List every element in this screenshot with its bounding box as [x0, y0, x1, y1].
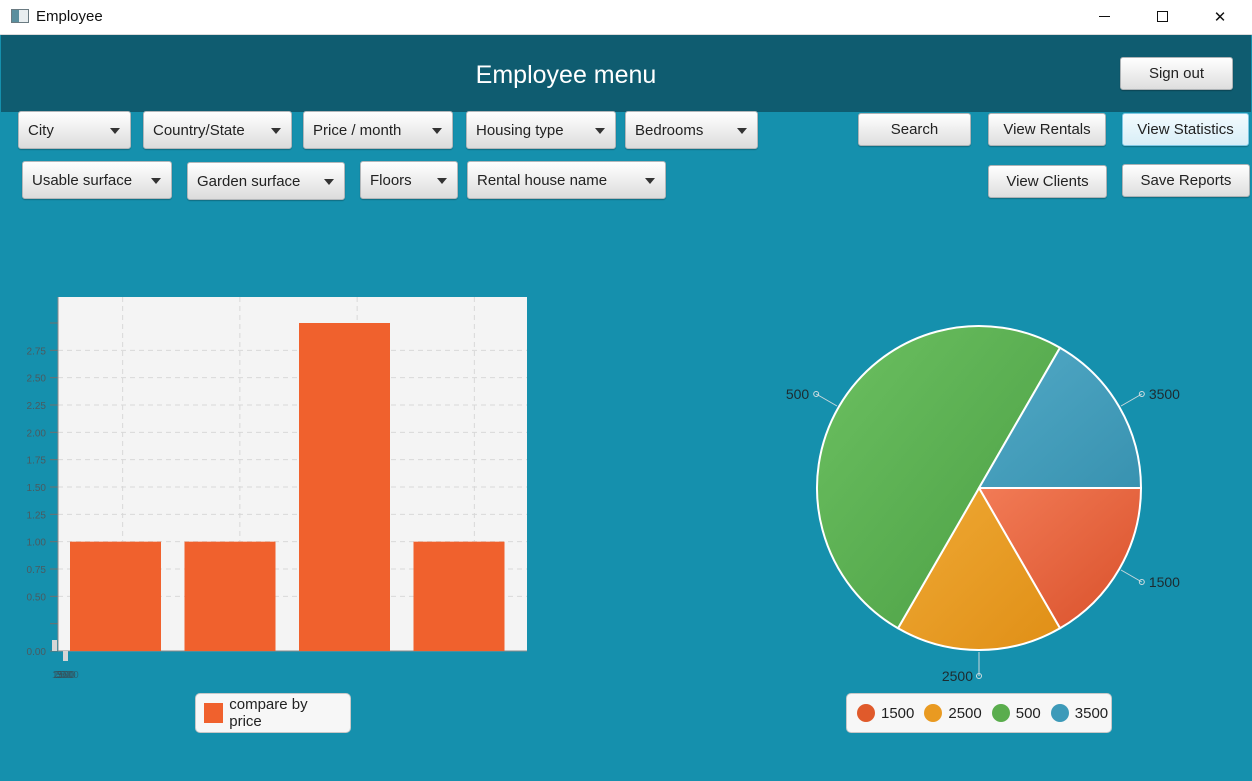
legend-swatch — [857, 704, 875, 722]
y-tick-label: 2.25 — [27, 401, 47, 412]
legend-label: compare by price — [229, 696, 308, 730]
y-tick-label: 2.50 — [27, 374, 47, 385]
y-tick-label: 2.75 — [27, 346, 47, 357]
legend-swatch — [204, 703, 224, 723]
bar-chart-legend: compare by price — [195, 693, 351, 733]
x-tick-label-3500: 3500 — [57, 670, 80, 681]
y-tick-label: 1.50 — [27, 483, 47, 494]
y-tick-label: 2.00 — [27, 428, 47, 439]
legend-item-1500: 1500 — [857, 704, 914, 722]
pie-label-3500: 3500 — [1149, 386, 1180, 402]
pie-label-500: 500 — [786, 386, 810, 402]
bar-500 — [299, 323, 390, 651]
y-tick-label: 0.00 — [27, 647, 47, 658]
pie-label-2500: 2500 — [942, 668, 973, 684]
bar-1500 — [70, 541, 161, 651]
pie-leader-line — [1120, 569, 1143, 583]
charts-canvas: 0.00 0.50 0.75 1.00 1.25 1.50 1.75 2.00 2.25 2.50… — [27, 297, 1180, 684]
legend-label: 500 — [1015, 704, 1041, 722]
y-tick-label: 1.00 — [27, 538, 47, 549]
x-axis-stub — [63, 651, 68, 661]
pie-chart-legend: 1500 2500 500 3500 — [846, 693, 1112, 733]
bar-2500 — [184, 541, 276, 651]
x-axis-stub — [52, 640, 57, 651]
pie-leader-line — [1120, 393, 1143, 407]
pie-label-1500: 1500 — [1149, 574, 1180, 590]
y-tick-label: 0.50 — [27, 592, 47, 603]
legend-item-2500: 2500 — [924, 704, 982, 722]
legend-swatch — [1050, 704, 1069, 722]
legend-swatch — [991, 704, 1010, 722]
pie-leader-line — [815, 393, 838, 407]
y-tick-label: 0.75 — [27, 565, 47, 576]
legend-swatch — [924, 704, 943, 722]
y-tick-label: 1.25 — [27, 510, 47, 521]
y-tick-label: 1.75 — [27, 456, 47, 467]
legend-label: 2500 — [948, 704, 982, 722]
legend-item-3500: 3500 — [1050, 704, 1109, 722]
legend-item-500: 500 — [991, 704, 1041, 722]
legend-label: 3500 — [1074, 704, 1109, 722]
legend-label: 1500 — [881, 704, 915, 722]
legend-item: compare by price — [204, 696, 340, 730]
bar-3500 — [413, 541, 505, 651]
